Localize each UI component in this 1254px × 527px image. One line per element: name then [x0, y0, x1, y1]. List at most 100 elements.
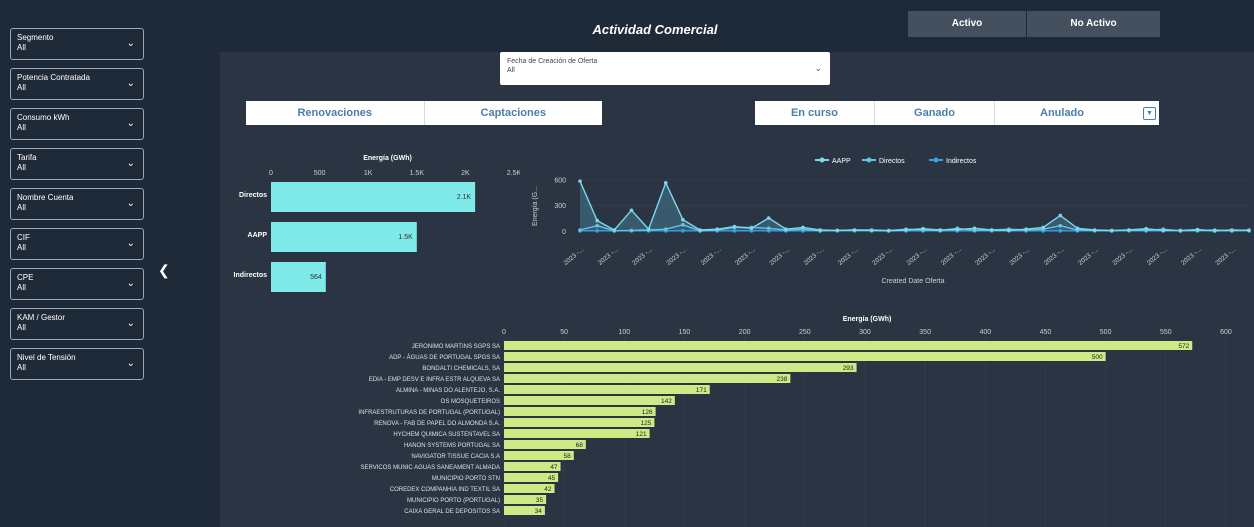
status-button-bar: En curso Ganado Anulado	[755, 101, 1159, 125]
data-point	[1058, 213, 1063, 218]
bar	[504, 429, 650, 438]
energy-by-segment-chart: Energía (GWh) 0 500 1K 1.5K 2K 2.5K Directos 2.1…	[234, 155, 520, 292]
filter-label: Consumo kWh	[17, 113, 70, 122]
x-tick-label: 2023 -...	[837, 246, 860, 267]
category-label: OS MOSQUETEIROS	[441, 399, 500, 405]
x-tick-label: 2023 -...	[1077, 246, 1100, 267]
data-label: 47	[550, 464, 558, 471]
data-label: 564	[310, 274, 322, 281]
ganado-button[interactable]: Ganado	[875, 101, 995, 125]
series-area	[580, 181, 1249, 231]
x-tick-label: 2023 -...	[940, 246, 963, 267]
filter-dropdown-cif[interactable]: CIF All ⌄	[10, 228, 144, 260]
data-point	[1127, 228, 1131, 232]
category-label: ALMINA - MINAS DO ALENTEJO, S.A.	[396, 388, 500, 394]
data-point	[972, 226, 977, 231]
data-label: 293	[843, 365, 854, 372]
category-label: AAPP	[248, 232, 268, 239]
bar	[504, 407, 656, 416]
renovaciones-button[interactable]: Renovaciones	[246, 101, 425, 125]
category-label: JERONIMO MARTINS SGPS SA	[412, 344, 500, 350]
chevron-down-icon: ⌄	[126, 118, 135, 129]
filter-dropdown-nivel-de-tensi-n[interactable]: Nivel de Tensión All ⌄	[10, 348, 144, 380]
chevron-down-icon: ⌄	[126, 78, 135, 89]
x-tick-label: 1.5K	[410, 170, 425, 177]
y-axis-label: Energía (G...	[532, 186, 539, 226]
category-label: Directos	[239, 192, 267, 199]
chevron-down-icon: ⌄	[126, 38, 135, 49]
filter-dropdown-segmento[interactable]: Segmento All ⌄	[10, 28, 144, 60]
data-point	[578, 179, 582, 183]
filter-value: All	[17, 323, 26, 332]
data-point	[595, 218, 599, 223]
anulado-button[interactable]: Anulado	[995, 101, 1159, 125]
x-tick-label: 0	[502, 329, 506, 336]
x-tick-label: 2023 -...	[734, 246, 757, 267]
bar	[271, 182, 476, 212]
filter-dropdown-tarifa[interactable]: Tarifa All ⌄	[10, 148, 144, 180]
filter-label: Nombre Cuenta	[17, 193, 74, 202]
en-curso-button[interactable]: En curso	[755, 101, 875, 125]
filter-dropdown-nombre-cuenta[interactable]: Nombre Cuenta All ⌄	[10, 188, 144, 220]
x-tick-label: 600	[1220, 329, 1232, 336]
filter-dropdown-potencia-contratada[interactable]: Potencia Contratada All ⌄	[10, 68, 144, 100]
data-point	[732, 224, 737, 229]
filter-value: All	[17, 163, 26, 172]
data-label: 125	[641, 420, 652, 427]
date-slicer-value: All	[507, 67, 515, 74]
category-label: ADP - ÁGUAS DE PORTUGAL SPGS SA	[389, 354, 500, 361]
data-point	[1212, 229, 1217, 233]
type-button-bar: Renovaciones Captaciones	[246, 101, 602, 125]
data-label: 500	[1092, 354, 1103, 361]
x-tick-label: 400	[979, 329, 991, 336]
date-slicer-dropdown[interactable]: Fecha de Creación de Oferta All ⌄	[500, 52, 830, 85]
x-tick-label: 0	[269, 170, 273, 177]
data-label: 2.1K	[457, 194, 472, 201]
data-point	[663, 227, 668, 231]
legend-entry: Directos	[879, 158, 905, 165]
legend-marker	[819, 157, 825, 163]
chevron-down-icon: ⌄	[126, 238, 135, 249]
bar	[504, 341, 1193, 350]
bar	[504, 352, 1106, 361]
chevron-left-icon[interactable]: ❮	[158, 262, 170, 279]
filter-value: All	[17, 83, 26, 92]
x-tick-label: 2023 -...	[563, 246, 586, 267]
y-tick-label: 0	[562, 229, 566, 236]
data-point	[921, 226, 925, 231]
toggle-activo-button[interactable]: Activo	[908, 11, 1026, 37]
data-point	[869, 228, 874, 233]
data-label: 171	[696, 387, 707, 394]
x-tick-label: 2023 -...	[631, 246, 654, 267]
data-label: 238	[777, 376, 788, 383]
category-label: CAIXA GERAL DE DEPOSITOS SA	[404, 509, 500, 515]
data-label: 58	[564, 453, 572, 460]
toggle-no-activo-button[interactable]: No Activo	[1027, 11, 1160, 37]
dropdown-arrow-icon[interactable]: ▼	[1143, 107, 1156, 120]
filter-label: Segmento	[17, 33, 54, 42]
filter-dropdown-cpe[interactable]: CPE All ⌄	[10, 268, 144, 300]
legend-marker	[866, 157, 872, 163]
data-point	[766, 226, 771, 231]
x-tick-label: 200	[739, 329, 751, 336]
data-point	[852, 228, 857, 232]
captaciones-button[interactable]: Captaciones	[425, 101, 603, 125]
filter-dropdown-kam-gestor[interactable]: KAM / Gestor All ⌄	[10, 308, 144, 340]
data-point	[646, 227, 651, 231]
y-tick-label: 600	[554, 177, 566, 184]
chevron-down-icon: ⌄	[126, 278, 135, 289]
x-tick-label: 50	[560, 329, 568, 336]
chevron-down-icon: ⌄	[126, 358, 135, 369]
filter-dropdown-consumo-kwh[interactable]: Consumo kWh All ⌄	[10, 108, 144, 140]
filter-label: Nivel de Tensión	[17, 353, 76, 362]
data-point	[681, 229, 685, 233]
date-slicer-label: Fecha de Creación de Oferta	[507, 58, 598, 65]
y-tick-label: 300	[554, 203, 566, 210]
x-tick-label: 2023 -...	[871, 246, 894, 267]
data-point	[1247, 228, 1251, 233]
x-tick-label: 2023 -...	[700, 246, 723, 267]
data-label: 35	[536, 497, 544, 504]
data-point	[818, 228, 822, 232]
data-point	[1075, 226, 1080, 231]
category-label: MUNICIPIO PORTO (PORTUGAL)	[407, 498, 500, 504]
